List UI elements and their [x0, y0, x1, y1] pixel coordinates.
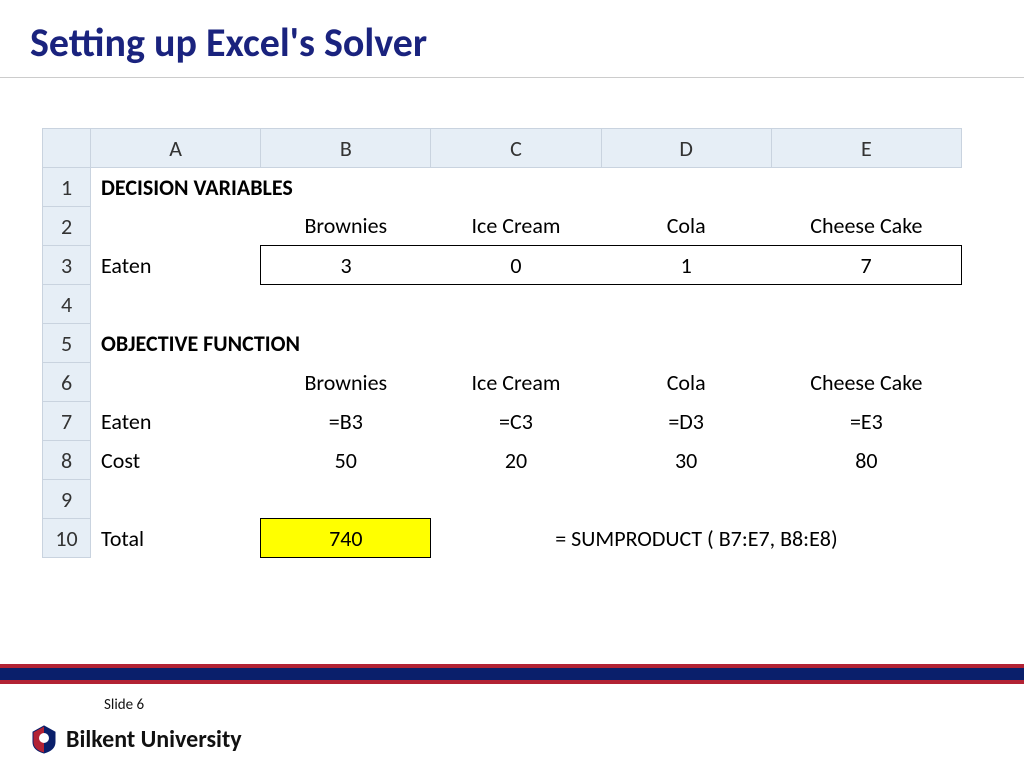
col-header-C: C: [431, 129, 601, 168]
row-header-1: 1: [43, 168, 91, 207]
cell-D8: 30: [601, 441, 771, 480]
cell-A7: Eaten: [91, 402, 261, 441]
row-header-7: 7: [43, 402, 91, 441]
cell-row9: [91, 480, 962, 519]
cell-E7: =E3: [771, 402, 961, 441]
cell-C6: Ice Cream: [431, 363, 601, 402]
cell-A3: Eaten: [91, 246, 261, 285]
cell-E6: Cheese Cake: [771, 363, 961, 402]
cell-B6: Brownies: [261, 363, 431, 402]
row-4: 4: [43, 285, 962, 324]
cell-B10-total: 740: [261, 519, 431, 558]
cell-A10: Total: [91, 519, 261, 558]
row-header-8: 8: [43, 441, 91, 480]
spreadsheet-table: A B C D E 1 DECISION VARIABLES 2 Brownie…: [42, 128, 962, 558]
row-10: 10 Total 740 = SUMPRODUCT ( B7:E7, B8:E8…: [43, 519, 962, 558]
title-divider: [0, 77, 1024, 78]
row-3: 3 Eaten 3 0 1 7: [43, 246, 962, 285]
cell-D6: Cola: [601, 363, 771, 402]
cell-B3: 3: [261, 246, 431, 285]
cell-D2: Cola: [601, 207, 771, 246]
corner-cell: [43, 129, 91, 168]
cell-C7: =C3: [431, 402, 601, 441]
slide-number: Slide 6: [104, 696, 1024, 714]
row-9: 9: [43, 480, 962, 519]
decision-variables-heading: DECISION VARIABLES: [91, 168, 962, 207]
cell-C2: Ice Cream: [431, 207, 601, 246]
university-logo-icon: [30, 724, 58, 754]
slide-footer: Slide 6 Bilkent University: [0, 664, 1024, 768]
university-name: Bilkent University: [66, 725, 242, 754]
row-header-6: 6: [43, 363, 91, 402]
cell-row4: [91, 285, 962, 324]
cell-E8: 80: [771, 441, 961, 480]
row-header-5: 5: [43, 324, 91, 363]
cell-E2: Cheese Cake: [771, 207, 961, 246]
footer-stripe-blue: [0, 668, 1024, 680]
col-header-A: A: [91, 129, 261, 168]
spreadsheet-area: A B C D E 1 DECISION VARIABLES 2 Brownie…: [42, 128, 962, 558]
row-1: 1 DECISION VARIABLES: [43, 168, 962, 207]
row-5: 5 OBJECTIVE FUNCTION: [43, 324, 962, 363]
cell-B2: Brownies: [261, 207, 431, 246]
row-7: 7 Eaten =B3 =C3 =D3 =E3: [43, 402, 962, 441]
cell-A8: Cost: [91, 441, 261, 480]
row-6: 6 Brownies Ice Cream Cola Cheese Cake: [43, 363, 962, 402]
cell-A2: [91, 207, 261, 246]
row-header-2: 2: [43, 207, 91, 246]
col-header-E: E: [771, 129, 961, 168]
cell-C8: 20: [431, 441, 601, 480]
row-header-4: 4: [43, 285, 91, 324]
university-branding: Bilkent University: [30, 724, 1024, 754]
column-header-row: A B C D E: [43, 129, 962, 168]
slide-title: Setting up Excel's Solver: [0, 0, 1024, 77]
row-header-3: 3: [43, 246, 91, 285]
row-8: 8 Cost 50 20 30 80: [43, 441, 962, 480]
row-2: 2 Brownies Ice Cream Cola Cheese Cake: [43, 207, 962, 246]
cell-B7: =B3: [261, 402, 431, 441]
objective-function-heading: OBJECTIVE FUNCTION: [91, 324, 962, 363]
cell-E3: 7: [771, 246, 961, 285]
cell-D7: =D3: [601, 402, 771, 441]
cell-B8: 50: [261, 441, 431, 480]
sumproduct-formula: = SUMPRODUCT ( B7:E7, B8:E8): [431, 519, 962, 558]
col-header-D: D: [601, 129, 771, 168]
row-header-9: 9: [43, 480, 91, 519]
row-header-10: 10: [43, 519, 91, 558]
cell-D3: 1: [601, 246, 771, 285]
cell-C3: 0: [431, 246, 601, 285]
cell-A6: [91, 363, 261, 402]
col-header-B: B: [261, 129, 431, 168]
